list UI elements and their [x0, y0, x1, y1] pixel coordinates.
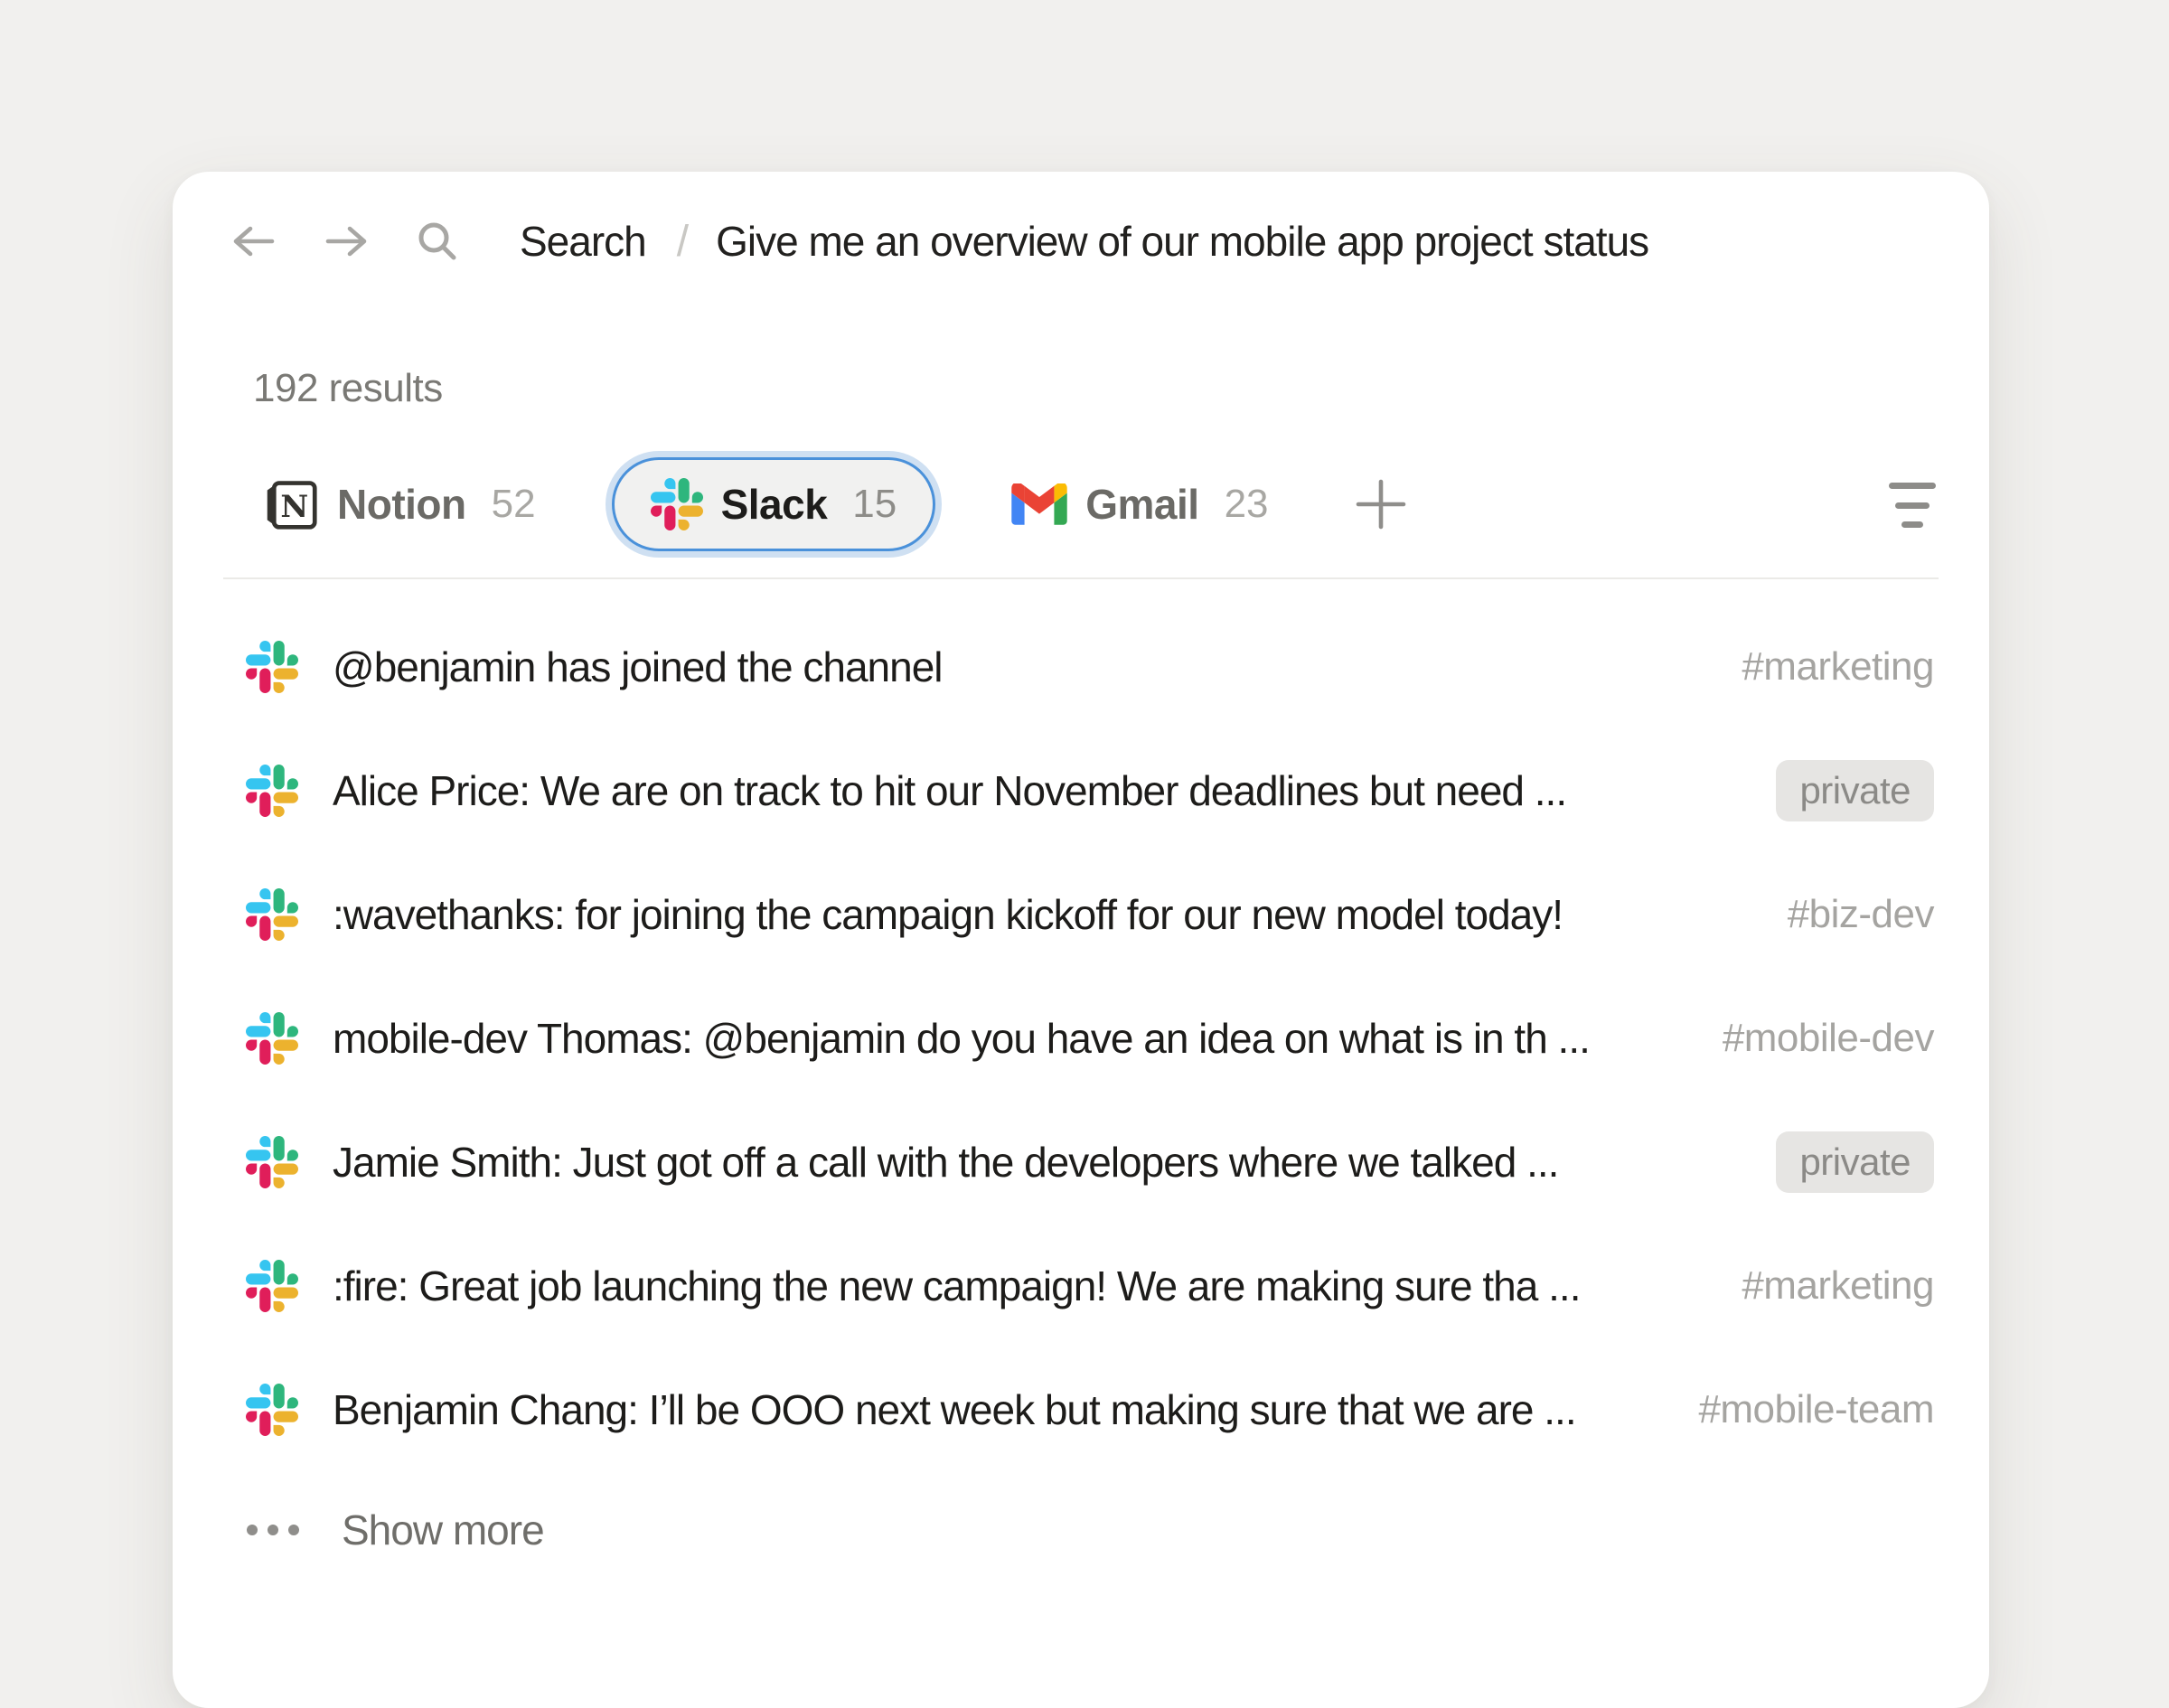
slack-icon [246, 1384, 298, 1436]
result-row[interactable]: :wavethanks: for joining the campaign ki… [173, 852, 1989, 976]
result-row[interactable]: @benjamin has joined the channel #market… [173, 605, 1989, 728]
filter-icon [1887, 481, 1938, 528]
arrow-right-icon [324, 225, 370, 258]
gmail-icon [1011, 483, 1067, 525]
arrow-left-icon [230, 225, 276, 258]
results-count: 192 results [253, 366, 1989, 411]
show-more-button[interactable]: Show more [173, 1471, 1989, 1589]
result-text: Alice Price: We are on track to hit our … [333, 766, 1740, 815]
result-row[interactable]: Benjamin Chang: I’ll be OOO next week bu… [173, 1347, 1989, 1471]
tab-slack[interactable]: Slack 15 [612, 457, 936, 551]
tab-count: 15 [852, 482, 897, 527]
tab-notion[interactable]: N Notion 52 [263, 477, 536, 531]
channel-tag: #marketing [1742, 644, 1934, 690]
results-list: @benjamin has joined the channel #market… [173, 605, 1989, 1589]
channel-tag: #mobile-dev [1723, 1016, 1934, 1061]
back-button[interactable] [230, 225, 276, 258]
result-text: :fire: Great job launching the new campa… [333, 1262, 1705, 1310]
plus-icon [1356, 479, 1406, 530]
result-row[interactable]: Jamie Smith: Just got off a call with th… [173, 1100, 1989, 1224]
channel-tag: #mobile-team [1698, 1387, 1934, 1432]
search-icon [417, 221, 458, 262]
search-mode-label: Search [520, 217, 646, 266]
slack-icon [246, 1260, 298, 1312]
tab-gmail[interactable]: Gmail 23 [1011, 480, 1268, 529]
search-query-input[interactable]: Give me an overview of our mobile app pr… [716, 217, 1935, 266]
show-more-label: Show more [342, 1506, 544, 1554]
result-text: Jamie Smith: Just got off a call with th… [333, 1138, 1740, 1187]
channel-tag: #marketing [1742, 1263, 1934, 1309]
result-row[interactable]: mobile-dev Thomas: @benjamin do you have… [173, 976, 1989, 1100]
tab-count: 52 [492, 482, 536, 527]
slack-icon [246, 888, 298, 941]
slack-icon [246, 1136, 298, 1188]
tab-label: Gmail [1085, 480, 1198, 529]
result-row[interactable]: :fire: Great job launching the new campa… [173, 1224, 1989, 1347]
result-row[interactable]: Alice Price: We are on track to hit our … [173, 728, 1989, 852]
private-badge: private [1776, 760, 1934, 821]
result-text: @benjamin has joined the channel [333, 643, 1705, 691]
slack-icon [651, 478, 703, 530]
search-bar: Search / Give me an overview of our mobi… [173, 172, 1989, 311]
search-window: Search / Give me an overview of our mobi… [173, 172, 1989, 1708]
slack-icon [246, 641, 298, 693]
tab-label: Slack [721, 480, 828, 529]
breadcrumb-separator: / [677, 217, 689, 267]
ellipsis-icon [246, 1524, 300, 1536]
svg-text:N: N [280, 488, 308, 524]
notion-icon: N [263, 477, 319, 531]
filter-button[interactable] [1887, 481, 1938, 528]
divider [223, 577, 1939, 579]
private-badge: private [1776, 1131, 1934, 1193]
forward-button[interactable] [324, 225, 370, 258]
tab-count: 23 [1225, 482, 1269, 527]
source-tabs: N Notion 52 Slack 15 G [173, 453, 1989, 556]
tab-label: Notion [337, 480, 466, 529]
result-text: mobile-dev Thomas: @benjamin do you have… [333, 1014, 1686, 1063]
add-source-button[interactable] [1356, 479, 1406, 530]
channel-tag: #biz-dev [1788, 892, 1934, 937]
slack-icon [246, 1012, 298, 1065]
result-text: :wavethanks: for joining the campaign ki… [333, 890, 1751, 939]
slack-icon [246, 765, 298, 817]
result-text: Benjamin Chang: I’ll be OOO next week bu… [333, 1385, 1662, 1434]
